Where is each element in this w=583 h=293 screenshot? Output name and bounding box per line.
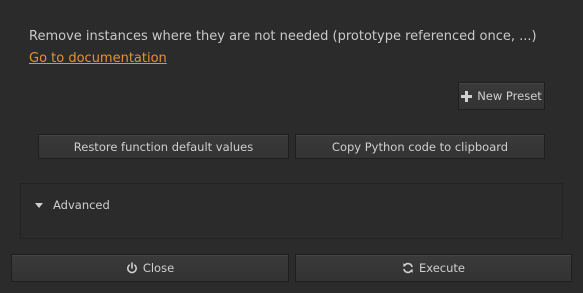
copy-python-button[interactable]: Copy Python code to clipboard xyxy=(295,134,545,159)
refresh-icon xyxy=(402,262,414,274)
advanced-label: Advanced xyxy=(53,198,110,212)
execute-button[interactable]: Execute xyxy=(295,254,572,282)
documentation-link[interactable]: Go to documentation xyxy=(29,51,167,66)
close-label: Close xyxy=(142,261,175,275)
restore-defaults-label: Restore function default values xyxy=(73,139,254,154)
advanced-toggle[interactable]: Advanced xyxy=(35,198,110,212)
triangle-down-icon xyxy=(35,202,43,208)
restore-defaults-button[interactable]: Restore function default values xyxy=(38,134,289,159)
advanced-panel: Advanced xyxy=(20,183,563,239)
copy-python-label: Copy Python code to clipboard xyxy=(331,139,509,154)
execute-label: Execute xyxy=(419,261,465,275)
plus-icon xyxy=(461,90,473,102)
new-preset-label: New Preset xyxy=(477,89,542,103)
power-icon xyxy=(126,262,138,274)
close-button[interactable]: Close xyxy=(11,254,289,282)
new-preset-button[interactable]: New Preset xyxy=(458,82,545,110)
description-text: Remove instances where they are not need… xyxy=(29,29,537,44)
